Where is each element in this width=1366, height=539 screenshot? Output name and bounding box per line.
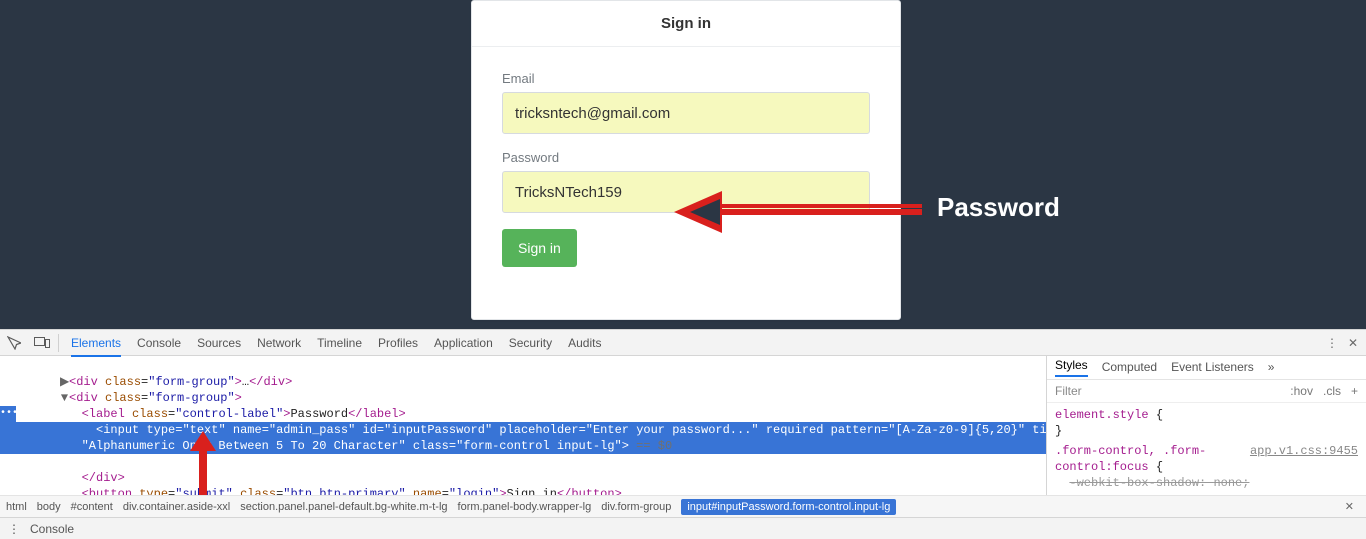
kebab-icon[interactable]: ⋮ [1326, 336, 1336, 350]
styles-pane: Styles Computed Event Listeners » Filter… [1046, 356, 1366, 495]
tab-application[interactable]: Application [434, 336, 493, 350]
crumb[interactable]: html [6, 501, 27, 513]
more-tabs-icon[interactable]: » [1268, 360, 1275, 374]
annotation-arrow [674, 193, 924, 231]
crumb[interactable]: div.container.aside-xxl [123, 501, 230, 513]
email-field[interactable] [502, 92, 870, 134]
style-rules[interactable]: element.style { } app.v1.css:9455 .form-… [1047, 403, 1366, 495]
signin-button[interactable]: Sign in [502, 229, 577, 267]
elements-tree[interactable]: ••• ▶<div class="form-group">…</div> ▼<d… [0, 356, 1046, 495]
tab-profiles[interactable]: Profiles [378, 336, 418, 350]
annotation-label: Password [937, 192, 1060, 223]
add-rule-icon[interactable]: + [1351, 384, 1358, 398]
tab-audits[interactable]: Audits [568, 336, 601, 350]
close-icon[interactable]: ✕ [1348, 336, 1358, 350]
selection-marker-icon: ••• [0, 406, 16, 422]
kebab-icon[interactable]: ⋮ [8, 522, 18, 536]
close-icon[interactable]: ✕ [1339, 500, 1360, 513]
expand-icon[interactable]: ▶ [60, 374, 69, 390]
crumb-active[interactable]: input#inputPassword.form-control.input-l… [681, 499, 896, 515]
signin-panel: Sign in Email Password Sign in [471, 0, 901, 320]
tab-sources[interactable]: Sources [197, 336, 241, 350]
devtools-body: ••• ▶<div class="form-group">…</div> ▼<d… [0, 355, 1366, 495]
page-stage: Sign in Email Password Sign in Password [0, 0, 1366, 329]
selected-element[interactable]: <input type="text" name="admin_pass" id=… [0, 422, 1046, 454]
console-drawer: ⋮ Console [0, 517, 1366, 539]
collapse-icon[interactable]: ▼ [60, 390, 69, 406]
email-group: Email [502, 71, 870, 134]
crumb[interactable]: div.form-group [601, 501, 671, 513]
styles-tabs: Styles Computed Event Listeners » [1047, 356, 1366, 380]
styles-filter-input[interactable]: Filter [1055, 384, 1082, 398]
styles-tab-computed[interactable]: Computed [1102, 360, 1157, 374]
devtools-toolbar: Elements Console Sources Network Timelin… [0, 329, 1366, 355]
crumb[interactable]: body [37, 501, 61, 513]
styles-tab-event-listeners[interactable]: Event Listeners [1171, 360, 1254, 374]
source-link[interactable]: app.v1.css:9455 [1250, 443, 1358, 459]
styles-tab-styles[interactable]: Styles [1055, 358, 1088, 377]
tab-timeline[interactable]: Timeline [317, 336, 362, 350]
panel-title: Sign in [472, 1, 900, 47]
password-label: Password [502, 150, 870, 165]
device-mode-icon[interactable] [28, 330, 56, 356]
elements-breadcrumbs: html body #content div.container.aside-x… [0, 495, 1366, 517]
hov-toggle[interactable]: :hov [1290, 384, 1313, 398]
crumb[interactable]: #content [71, 501, 113, 513]
tab-console[interactable]: Console [137, 336, 181, 350]
cls-toggle[interactable]: .cls [1323, 384, 1341, 398]
crumb[interactable]: form.panel-body.wrapper-lg [458, 501, 592, 513]
crumb[interactable]: section.panel.panel-default.bg-white.m-t… [240, 501, 447, 513]
tab-network[interactable]: Network [257, 336, 301, 350]
devtools-tabs: Elements Console Sources Network Timelin… [61, 336, 1318, 350]
tab-security[interactable]: Security [509, 336, 552, 350]
inspect-icon[interactable] [0, 330, 28, 356]
panel-body: Email Password Sign in [472, 47, 900, 287]
email-label: Email [502, 71, 870, 86]
tab-elements[interactable]: Elements [71, 336, 121, 350]
console-drawer-label[interactable]: Console [30, 522, 74, 536]
